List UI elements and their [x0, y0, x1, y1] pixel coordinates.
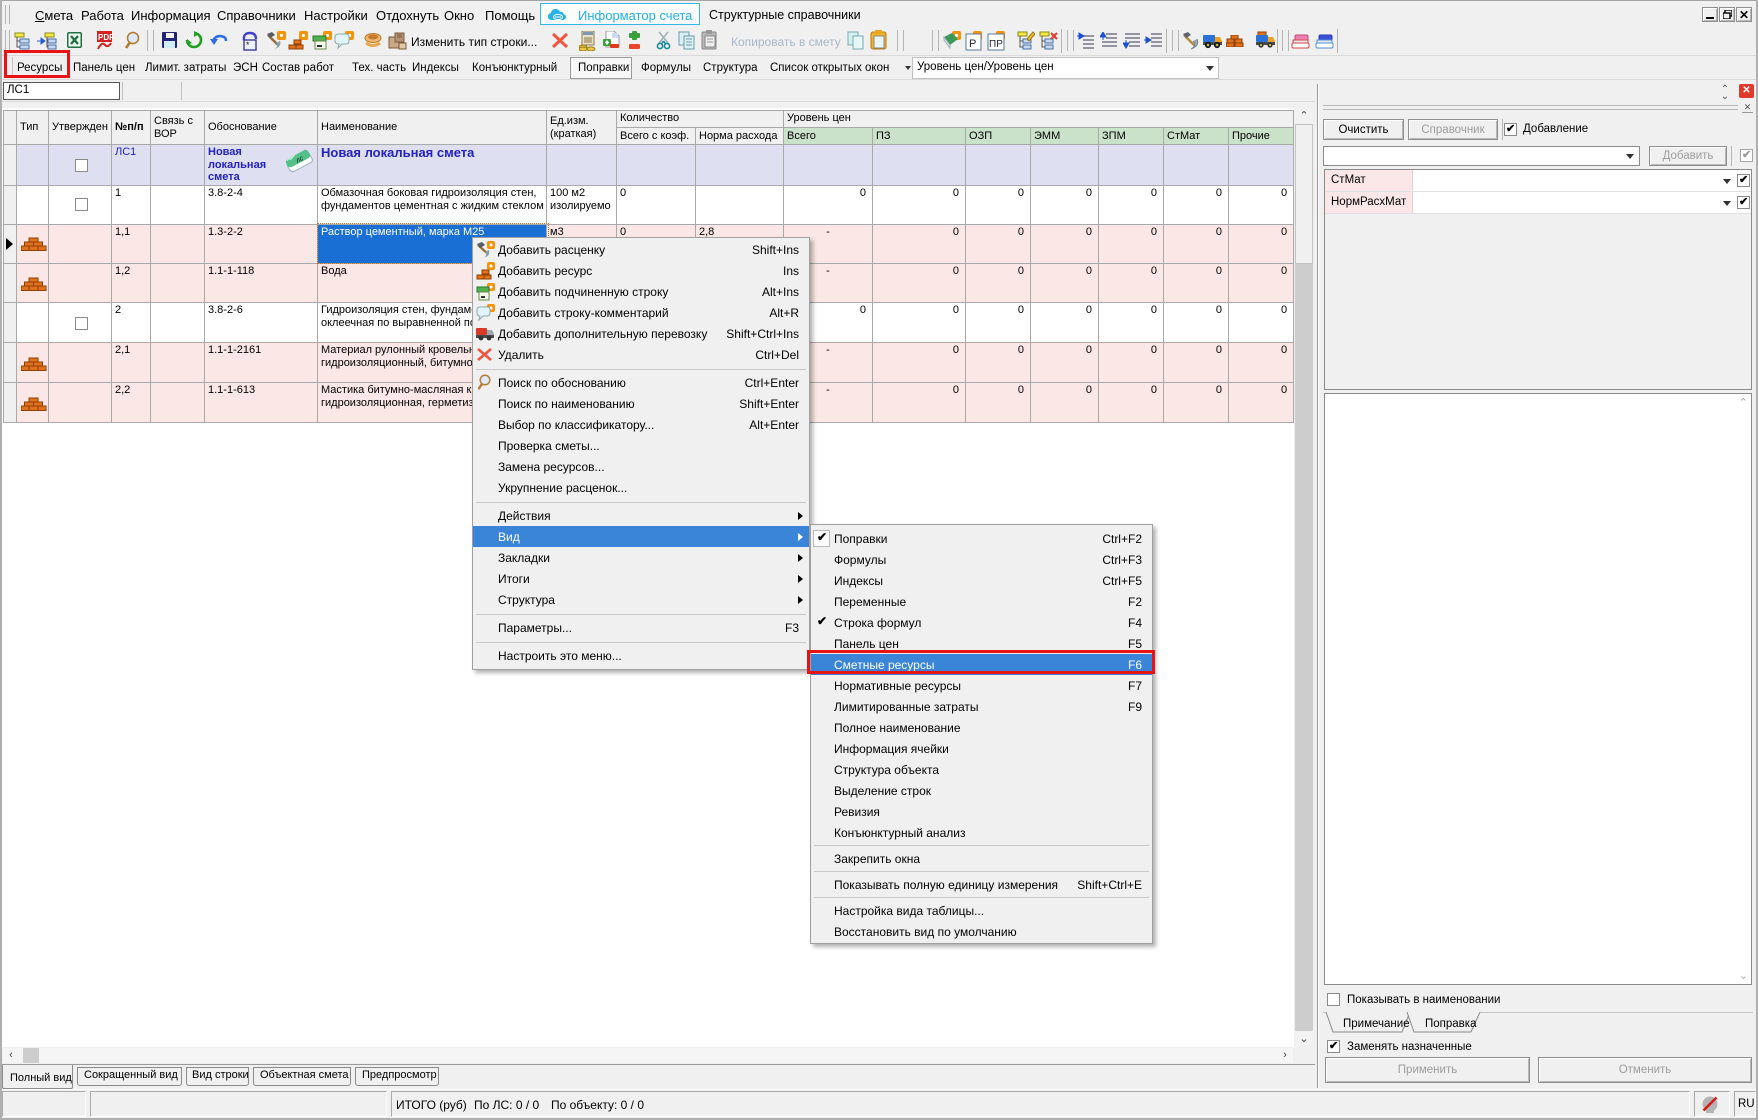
svg-text:PDF: PDF: [98, 33, 113, 42]
svg-text:P: P: [969, 38, 976, 50]
svg-text:*: *: [246, 40, 250, 50]
svg-text:ПР: ПР: [989, 39, 1003, 50]
svg-text:Примечание: Примечание: [1343, 1018, 1410, 1030]
svg-text:Поправка: Поправка: [1425, 1018, 1477, 1030]
